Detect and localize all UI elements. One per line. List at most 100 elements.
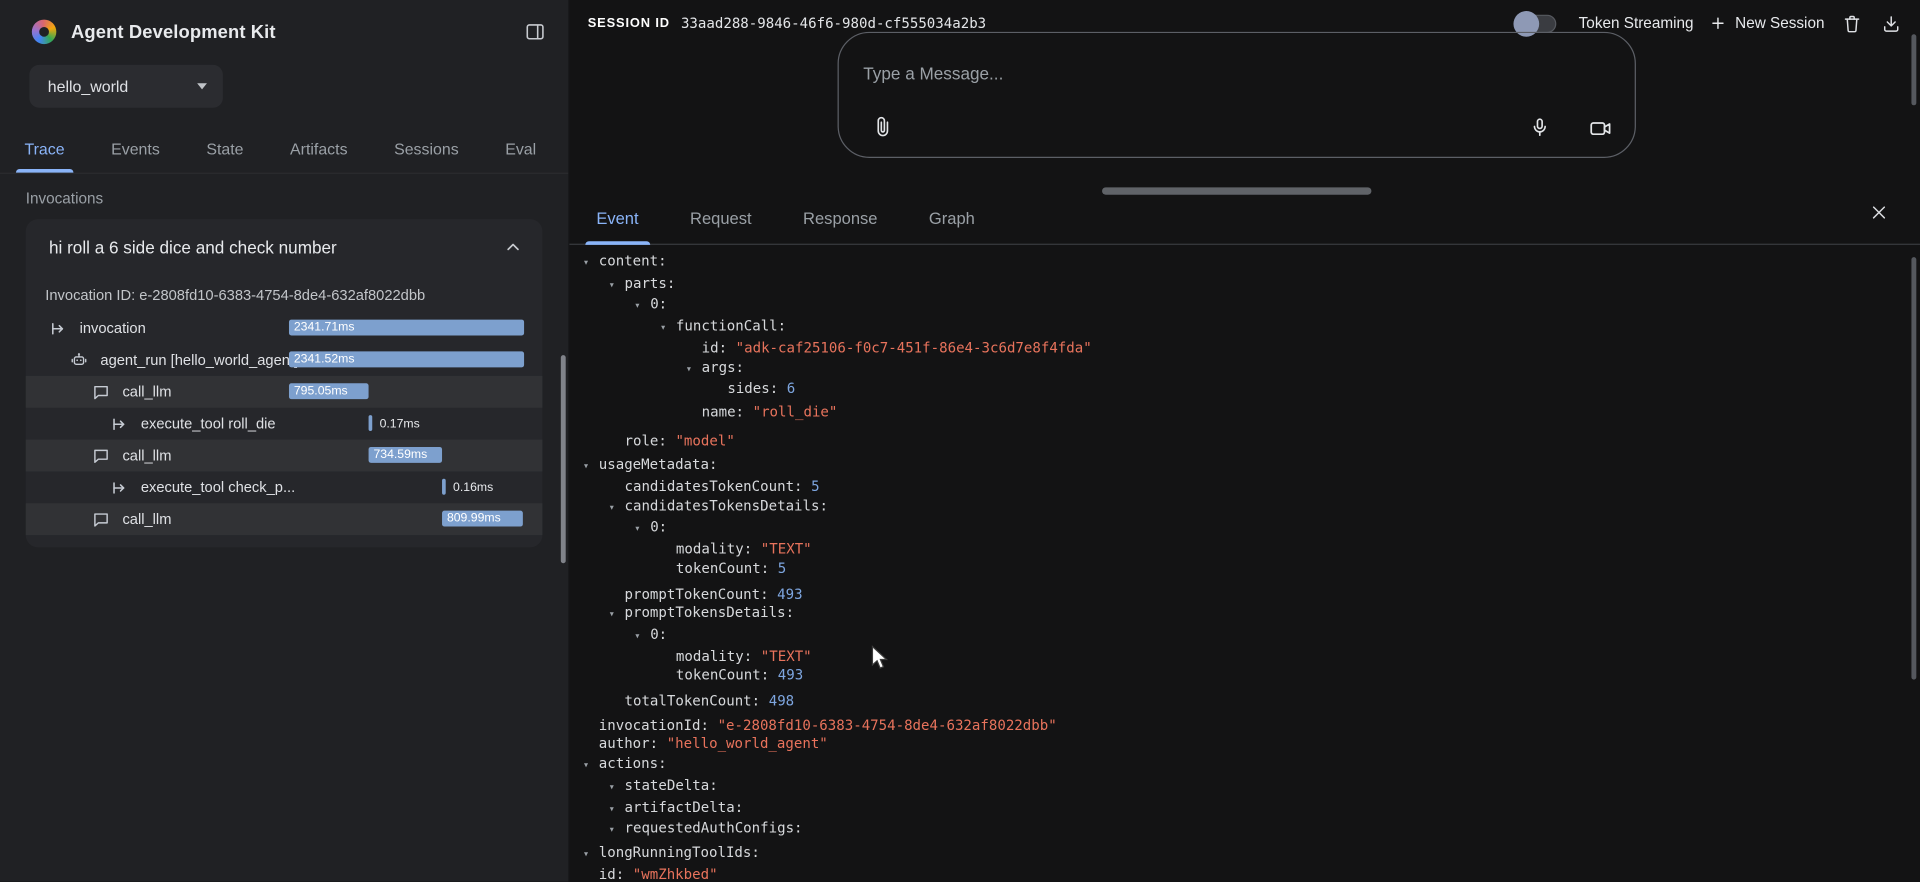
trace-row-label: call_llm [122,383,171,400]
json-value: 498 [769,692,794,709]
chat-scrollbar[interactable] [1911,34,1916,105]
invocation-card-header[interactable]: hi roll a 6 side dice and check number [26,219,543,272]
trace-row[interactable]: execute_tool roll_die0.17ms [26,408,543,440]
sidebar-scrollbar[interactable] [561,355,566,563]
collapse-toggle-icon[interactable]: ▾ [583,458,599,477]
collapse-toggle-icon[interactable]: ▾ [609,800,625,819]
chat-bubble-icon [92,509,112,529]
json-key: artifactDelta: [624,798,743,815]
collapse-toggle-icon[interactable]: ▾ [609,779,625,798]
json-line: ▾0: [583,296,1092,318]
json-key: actions: [599,754,667,771]
attach-file-icon[interactable] [871,115,895,139]
json-value: "adk-caf25106-f0c7-451f-86e4-3c6d7e8f4fd… [736,339,1092,356]
collapse-toggle-icon[interactable]: ▾ [609,606,625,625]
json-line: ▾usageMetadata: [583,456,1092,478]
tab-sessions[interactable]: Sessions [394,125,459,173]
trace-row-label: call_llm [122,447,171,464]
collapse-toggle-icon[interactable]: ▾ [634,298,650,317]
sidebar-tabs: Trace Events State Artifacts Sessions Eval [0,125,568,174]
tab-artifacts[interactable]: Artifacts [290,125,348,173]
collapse-toggle-icon[interactable]: ▾ [609,499,625,518]
duration-label: 0.17ms [380,416,420,432]
details-tab-event[interactable]: Event [571,195,665,244]
close-details-icon[interactable] [1870,203,1888,221]
trace-row[interactable]: execute_tool check_p...0.16ms [26,471,543,503]
trace-row[interactable]: call_llm809.99ms [26,503,543,535]
invocations-section-title: Invocations [26,190,568,207]
details-tab-response[interactable]: Response [777,195,903,244]
collapse-toggle-icon[interactable]: ▾ [634,521,650,540]
video-camera-icon[interactable] [1588,116,1612,140]
duration-bar: 795.05ms [289,383,369,399]
json-line: name:"roll_die" [583,403,1092,422]
trace-row-label: invocation [80,320,146,337]
new-session-button[interactable]: New Session [1709,15,1824,32]
trace-waterfall: invocation2341.71msagent_run [hello_worl… [26,312,543,535]
collapse-toggle-icon[interactable]: ▾ [660,320,676,339]
json-key: tokenCount: [676,559,769,576]
duration-label: 809.99ms [442,511,523,527]
json-key: promptTokenCount: [624,585,768,602]
collapse-toggle-icon[interactable]: ▾ [686,361,702,380]
trace-row-label: agent_run [hello_world_agent] [100,351,298,368]
duration-bar: 809.99ms [442,511,523,527]
invocation-prompt: hi roll a 6 side dice and check number [49,238,501,258]
json-key: usageMetadata: [599,456,718,473]
collapse-sidebar-icon[interactable] [522,18,549,45]
collapse-toggle-icon[interactable]: ▾ [609,822,625,841]
tab-trace[interactable]: Trace [24,125,64,173]
json-key: requestedAuthConfigs: [624,820,802,837]
details-tab-request[interactable]: Request [664,195,777,244]
tab-state[interactable]: State [206,125,243,173]
details-tab-graph[interactable]: Graph [903,195,1000,244]
json-line: ▾stateDelta: [583,776,1092,798]
trace-row[interactable]: invocation2341.71ms [26,312,543,344]
json-key: modality: [676,540,752,557]
json-line: id:"adk-caf25106-f0c7-451f-86e4-3c6d7e8f… [583,339,1092,358]
trace-row[interactable]: call_llm 795.05ms [26,376,543,408]
json-line: ▾actions: [583,754,1092,776]
collapse-toggle-icon[interactable]: ▾ [609,276,625,295]
json-value: 5 [778,559,786,576]
json-key: id: [599,865,624,882]
microphone-icon[interactable] [1528,116,1551,139]
json-line: ▾parts: [583,274,1092,296]
json-key: longRunningToolIds: [599,844,760,861]
trace-row[interactable]: call_llm734.59ms [26,440,543,472]
tab-events[interactable]: Events [111,125,160,173]
json-key: 0: [650,518,667,535]
message-input[interactable]: Type a Message... [838,32,1636,158]
json-value: 493 [778,667,803,684]
invocation-id: Invocation ID: e-2808fd10-6383-4754-8de4… [26,272,543,312]
json-value: "TEXT" [761,647,812,664]
json-line: id:"wmZhkbed" [583,865,1092,882]
details-scrollbar[interactable] [1911,257,1916,679]
tab-eval[interactable]: Eval [505,125,536,173]
duration-bar: 2341.52ms [289,351,524,367]
json-line: modality:"TEXT" [583,647,1092,666]
collapse-toggle-icon[interactable]: ▾ [583,255,599,274]
export-session-button[interactable] [1880,12,1903,35]
duration-label: 2341.52ms [289,351,524,367]
json-key: author: [599,735,658,752]
json-key: promptTokensDetails: [624,604,794,621]
json-line: promptTokenCount:493 [583,585,1092,604]
invocation-card: hi roll a 6 side dice and check number I… [26,219,543,547]
agent-select[interactable]: hello_world [29,65,222,108]
main-panel: SESSION ID 33aad288-9846-46f6-980d-cf555… [569,0,1920,882]
message-input-placeholder: Type a Message... [863,64,1003,84]
json-key: 0: [650,296,667,313]
delete-session-button[interactable] [1840,12,1863,35]
collapse-toggle-icon[interactable]: ▾ [634,628,650,647]
sidebar: Agent Development Kit hello_world TraceE… [0,0,569,882]
collapse-toggle-icon[interactable]: ▾ [583,846,599,865]
token-streaming-toggle[interactable] [1515,14,1557,32]
collapse-toggle-icon[interactable]: ▾ [583,757,599,776]
json-line: invocationId:"e-2808fd10-6383-4754-8de4-… [583,716,1092,735]
chevron-up-icon[interactable] [501,235,525,259]
panel-resize-handle[interactable] [1102,187,1371,194]
json-line: ▾longRunningToolIds: [583,844,1092,866]
json-key: totalTokenCount: [624,692,760,709]
trace-row[interactable]: agent_run [hello_world_agent]2341.52ms [26,344,543,376]
